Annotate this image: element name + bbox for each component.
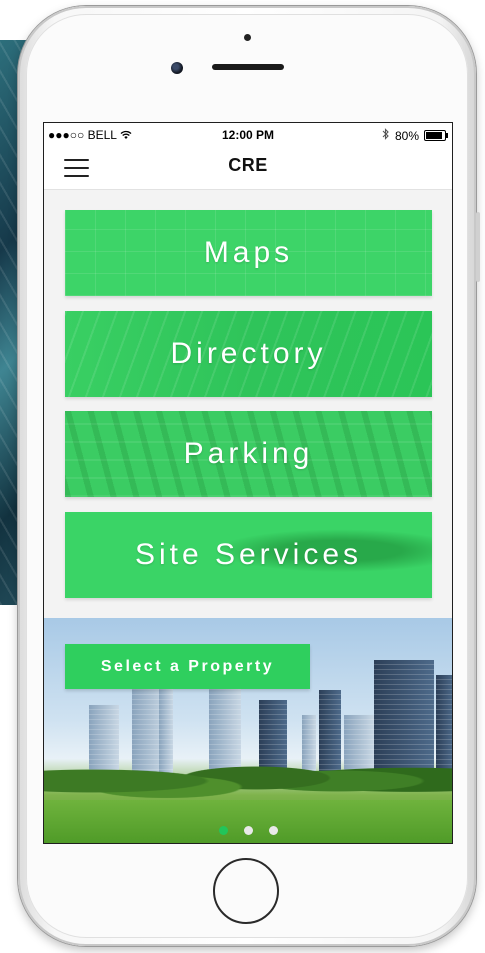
- directory-tile[interactable]: Directory: [65, 311, 432, 397]
- maps-tile[interactable]: Maps: [65, 210, 432, 296]
- parking-tile[interactable]: Parking: [65, 411, 432, 497]
- proximity-sensor: [244, 34, 251, 41]
- site-services-tile[interactable]: Site Services: [65, 512, 432, 598]
- battery-percent: 80%: [394, 128, 419, 143]
- phone-side-button: [476, 212, 480, 282]
- front-camera: [171, 62, 183, 74]
- home-button[interactable]: [213, 858, 279, 924]
- earpiece-speaker: [212, 64, 284, 70]
- property-banner[interactable]: Select a Property: [44, 618, 452, 843]
- carousel-dot-3[interactable]: [268, 826, 278, 835]
- site-services-tile-label: Site Services: [134, 538, 363, 571]
- status-right: 80%: [382, 128, 448, 143]
- directory-tile-label: Directory: [170, 337, 327, 370]
- maps-tile-label: Maps: [203, 236, 294, 269]
- app-screen: ●●●○○ BELL 12:00 PM 80% CRE Maps Directo…: [43, 122, 453, 844]
- nav-bar: CRE: [44, 147, 452, 190]
- carousel-dot-2[interactable]: [243, 826, 253, 835]
- parking-tile-label: Parking: [183, 437, 314, 470]
- banner-lawn: [44, 800, 452, 843]
- select-property-button[interactable]: Select a Property: [65, 644, 310, 689]
- banner-trees: [44, 745, 452, 805]
- carousel-dot-1[interactable]: [218, 826, 228, 835]
- app-title: CRE: [228, 155, 268, 175]
- battery-icon: [424, 130, 448, 141]
- status-bar: ●●●○○ BELL 12:00 PM 80%: [44, 123, 452, 147]
- carousel-dots: [44, 826, 452, 835]
- bluetooth-icon: [382, 128, 390, 143]
